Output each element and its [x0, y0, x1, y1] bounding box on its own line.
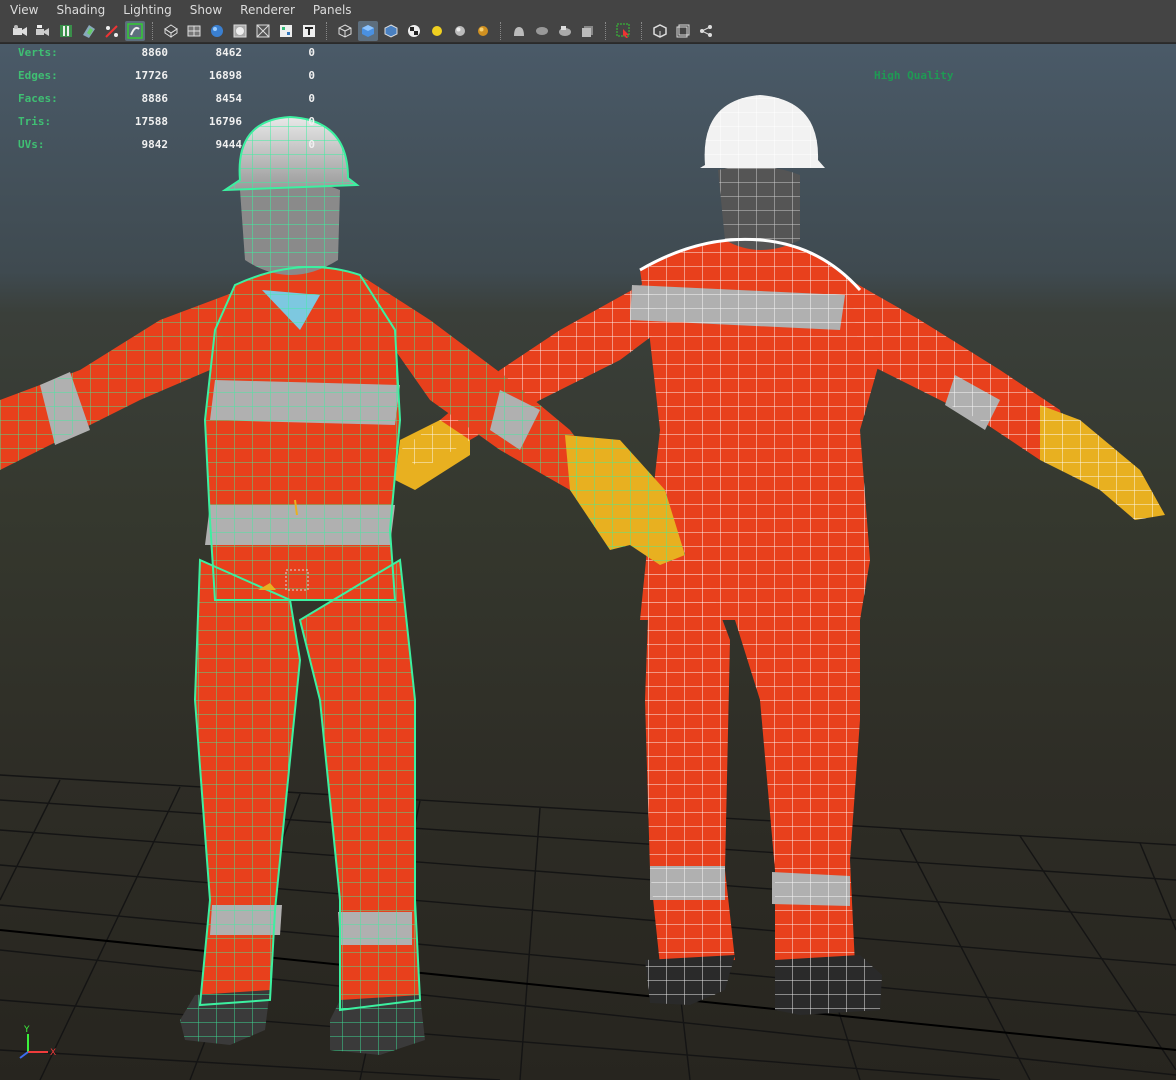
isolate-select-icon[interactable] [125, 21, 145, 41]
hud-value-selected: 8454 [215, 92, 243, 105]
node-editor-icon[interactable] [696, 21, 716, 41]
hud-value-component: 0 [308, 69, 315, 82]
3d-viewport[interactable]: Verts: 8860 8462 0 Edges: 17726 16898 0 … [0, 44, 1176, 1080]
toolbar-separator [641, 22, 644, 40]
xray-icon[interactable] [230, 21, 250, 41]
image-plane-icon[interactable] [79, 21, 99, 41]
hud-row-edges: Edges: 17726 16898 0 [18, 69, 318, 92]
panel-menu-bar: View Shading Lighting Show Renderer Pane… [0, 0, 1176, 20]
wireframe-icon[interactable] [161, 21, 181, 41]
hud-value-total: 17726 [134, 69, 168, 82]
camera-attributes-icon[interactable] [33, 21, 53, 41]
film-gate-icon[interactable] [673, 21, 693, 41]
hud-row-tris: Tris: 17588 16796 0 [18, 115, 318, 138]
motion-blur-icon[interactable] [473, 21, 493, 41]
menu-show[interactable]: Show [180, 0, 230, 20]
select-camera-icon[interactable] [10, 21, 30, 41]
checker-icon[interactable] [404, 21, 424, 41]
lighting-all-icon[interactable] [358, 21, 378, 41]
menu-view[interactable]: View [0, 0, 46, 20]
renderer-quality-label: High Quality [874, 69, 954, 82]
hud-value-component: 0 [308, 138, 315, 151]
lighting-default-icon[interactable] [335, 21, 355, 41]
hud-value-component: 0 [308, 46, 315, 59]
panel-toolbar [0, 20, 1176, 43]
hud-value-selected: 8462 [215, 46, 243, 59]
screen-space-icon[interactable] [555, 21, 575, 41]
toolbar-separator [326, 22, 329, 40]
hud-icon[interactable] [578, 21, 598, 41]
hud-value-selected: 16898 [208, 69, 242, 82]
hud-value-component: 0 [308, 115, 315, 128]
axis-y-label: Y [23, 1025, 30, 1035]
toolbar-separator [152, 22, 155, 40]
hud-value-total: 8886 [141, 92, 169, 105]
menu-shading[interactable]: Shading [46, 0, 113, 20]
toolbar-separator [605, 22, 608, 40]
hud-value-total: 17588 [134, 115, 168, 128]
axis-x-label: X [50, 1048, 56, 1058]
ground-grid [0, 774, 1176, 1080]
maya-viewport-panel: View Shading Lighting Show Renderer Pane… [0, 0, 1176, 1080]
smooth-shade-icon[interactable] [184, 21, 204, 41]
menu-renderer[interactable]: Renderer [230, 0, 303, 20]
hud-row-uvs: UVs: 9842 9444 0 [18, 138, 318, 161]
bookmark-icon[interactable] [56, 21, 76, 41]
hud-label: Tris: [18, 115, 52, 128]
default-material-icon[interactable] [253, 21, 273, 41]
hud-value-total: 9842 [141, 138, 169, 151]
menu-lighting[interactable]: Lighting [113, 0, 180, 20]
hud-label: Edges: [18, 69, 58, 82]
hud-value-component: 0 [308, 92, 315, 105]
hud-row-faces: Faces: 8886 8454 0 [18, 92, 318, 115]
wireframe-on-shaded-icon[interactable] [207, 21, 227, 41]
toolbar-separator [500, 22, 503, 40]
hud-row-verts: Verts: 8860 8462 0 [18, 46, 318, 69]
hud-label: UVs: [18, 138, 45, 151]
character-back-view [395, 95, 1165, 1015]
ambient-occlusion-icon[interactable] [450, 21, 470, 41]
select-tool-icon[interactable] [614, 21, 634, 41]
hud-value-selected: 16796 [208, 115, 242, 128]
resolution-gate-icon[interactable] [650, 21, 670, 41]
hud-value-total: 8860 [141, 46, 169, 59]
lighting-selected-icon[interactable] [381, 21, 401, 41]
hud-value-selected: 9444 [215, 138, 243, 151]
hud-label: Verts: [18, 46, 58, 59]
menu-panels[interactable]: Panels [303, 0, 360, 20]
grid-axis-line [0, 929, 1176, 1051]
shadows-icon[interactable] [427, 21, 447, 41]
hud-label: Faces: [18, 92, 58, 105]
poly-count-hud: Verts: 8860 8462 0 Edges: 17726 16898 0 … [18, 46, 318, 161]
text-icon[interactable] [299, 21, 319, 41]
viewport-scene [0, 95, 1176, 1080]
depth-of-field-icon[interactable] [509, 21, 529, 41]
axis-gizmo: Y X [19, 1025, 56, 1059]
textured-icon[interactable] [276, 21, 296, 41]
grease-pencil-icon[interactable] [102, 21, 122, 41]
anti-aliasing-icon[interactable] [532, 21, 552, 41]
